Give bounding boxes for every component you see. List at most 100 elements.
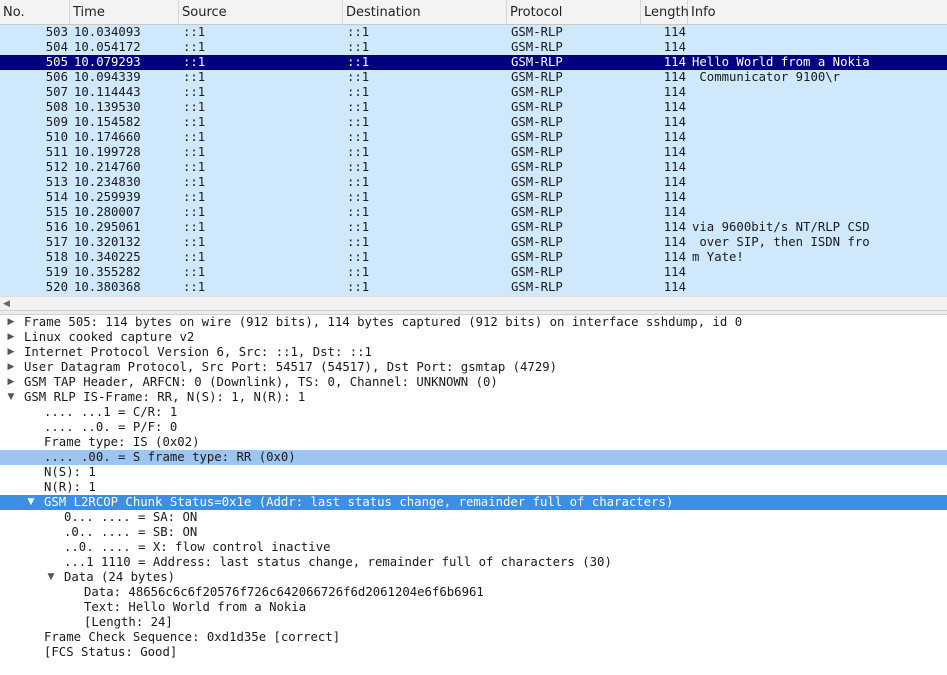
column-header-protocol[interactable]: Protocol: [507, 0, 641, 24]
column-header-time[interactable]: Time: [70, 0, 179, 24]
packet-row[interactable]: 513 10.234830::1::1 GSM-RLP 114: [0, 175, 947, 190]
expand-arrow-down-icon[interactable]: ▼: [46, 570, 56, 585]
packet-info: via 9600bit/s NT/RLP CSD: [692, 220, 870, 234]
tree-item[interactable]: ▼ GSM RLP IS-Frame: RR, N(S): 1, N(R): 1: [0, 390, 947, 405]
packet-row[interactable]: 517 10.320132::1::1 GSM-RLP 114 over SIP, t…: [0, 235, 947, 250]
column-header-source[interactable]: Source: [179, 0, 343, 24]
column-header-no[interactable]: No.: [0, 0, 70, 24]
packet-source: ::1: [183, 115, 206, 129]
packet-no: 511: [45, 145, 68, 159]
column-header-length[interactable]: Length: [641, 0, 689, 24]
tree-item[interactable]: ...1 1110 = Address: last status change,…: [0, 555, 947, 570]
packet-row[interactable]: 519 10.355282::1::1 GSM-RLP 114: [0, 265, 947, 280]
packet-row[interactable]: 511 10.199728::1::1 GSM-RLP 114: [0, 145, 947, 160]
packet-source: ::1: [183, 100, 206, 114]
scroll-left-icon[interactable]: ◀: [3, 299, 10, 309]
packet-destination: ::1: [347, 160, 370, 174]
packet-row[interactable]: 516 10.295061::1::1 GSM-RLP 114 via 9600bit/…: [0, 220, 947, 235]
packet-row[interactable]: 509 10.154582::1::1 GSM-RLP 114: [0, 115, 947, 130]
packet-destination: ::1: [347, 145, 370, 159]
expand-arrow-right-icon[interactable]: ▶: [6, 360, 16, 375]
packet-row[interactable]: 503 10.034093::1::1 GSM-RLP 114: [0, 25, 947, 40]
packet-row[interactable]: 506 10.094339::1::1 GSM-RLP 114 Communicato…: [0, 70, 947, 85]
packet-protocol: GSM-RLP: [511, 40, 563, 54]
tree-item[interactable]: N(R): 1: [0, 480, 947, 495]
tree-item[interactable]: .0.. .... = SB: ON: [0, 525, 947, 540]
packet-row[interactable]: 504 10.054172::1::1 GSM-RLP 114: [0, 40, 947, 55]
packet-time: 10.259939: [74, 190, 141, 204]
packet-protocol: GSM-RLP: [511, 160, 563, 174]
packet-protocol: GSM-RLP: [511, 190, 563, 204]
packet-info: Communicator 9100\r: [692, 70, 841, 84]
packet-no: 516: [45, 220, 68, 234]
tree-item[interactable]: .... ...1 = C/R: 1: [0, 405, 947, 420]
packet-details-tree[interactable]: ▶ Frame 505: 114 bytes on wire (912 bits)…: [0, 315, 947, 675]
packet-length: 114: [663, 205, 686, 219]
packet-length: 114: [663, 145, 686, 159]
horizontal-scrollbar[interactable]: ◀: [0, 296, 947, 311]
expand-arrow-right-icon[interactable]: ▶: [6, 375, 16, 390]
tree-item[interactable]: [Length: 24]: [0, 615, 947, 630]
packet-row[interactable]: 514 10.259939::1::1 GSM-RLP 114: [0, 190, 947, 205]
packet-time: 10.340225: [74, 250, 141, 264]
tree-item[interactable]: 0... .... = SA: ON: [0, 510, 947, 525]
packet-source: ::1: [183, 265, 206, 279]
tree-item-label: GSM L2RCOP Chunk Status=0x1e (Addr: last…: [44, 495, 674, 509]
tree-item-label: [FCS Status: Good]: [44, 645, 178, 659]
tree-item[interactable]: Data: 48656c6c6f20576f726c642066726f6d20…: [0, 585, 947, 600]
packet-source: ::1: [183, 235, 206, 249]
packet-length: 114: [663, 160, 686, 174]
packet-destination: ::1: [347, 175, 370, 189]
packet-no: 520: [45, 280, 68, 294]
packet-time: 10.054172: [74, 40, 141, 54]
packet-info: over SIP, then ISDN fro: [692, 235, 870, 249]
packet-row[interactable]: 512 10.214760::1::1 GSM-RLP 114: [0, 160, 947, 175]
packet-row[interactable]: 505 10.079293::1::1 GSM-RLP 114 Hello World …: [0, 55, 947, 70]
column-header-info[interactable]: Info: [688, 0, 947, 24]
tree-item[interactable]: N(S): 1: [0, 465, 947, 480]
tree-item[interactable]: Frame type: IS (0x02): [0, 435, 947, 450]
tree-item-label: GSM RLP IS-Frame: RR, N(S): 1, N(R): 1: [24, 390, 306, 404]
packet-protocol: GSM-RLP: [511, 115, 563, 129]
packet-row[interactable]: 507 10.114443::1::1 GSM-RLP 114: [0, 85, 947, 100]
column-header-destination[interactable]: Destination: [343, 0, 507, 24]
tree-item[interactable]: ▶ Frame 505: 114 bytes on wire (912 bits)…: [0, 315, 947, 330]
tree-item[interactable]: Frame Check Sequence: 0xd1d35e [correct]: [0, 630, 947, 645]
packet-length: 114: [663, 100, 686, 114]
tree-item[interactable]: ▶ Linux cooked capture v2: [0, 330, 947, 345]
packet-no: 503: [45, 25, 68, 39]
tree-item[interactable]: .... .00. = S frame type: RR (0x0): [0, 450, 947, 465]
packet-row[interactable]: 515 10.280007::1::1 GSM-RLP 114: [0, 205, 947, 220]
packet-no: 513: [45, 175, 68, 189]
tree-item-label: Data (24 bytes): [64, 570, 176, 584]
packet-row[interactable]: 510 10.174660::1::1 GSM-RLP 114: [0, 130, 947, 145]
tree-item[interactable]: .... ..0. = P/F: 0: [0, 420, 947, 435]
expand-arrow-right-icon[interactable]: ▶: [6, 345, 16, 360]
packet-destination: ::1: [347, 70, 370, 84]
packet-source: ::1: [183, 25, 206, 39]
tree-item[interactable]: ▶ GSM TAP Header, ARFCN: 0 (Downlink), TS…: [0, 375, 947, 390]
packet-source: ::1: [183, 85, 206, 99]
expand-arrow-down-icon[interactable]: ▼: [26, 495, 36, 510]
packet-length: 114: [663, 40, 686, 54]
packet-time: 10.154582: [74, 115, 141, 129]
tree-item[interactable]: ▼ GSM L2RCOP Chunk Status=0x1e (Addr: las…: [0, 495, 947, 510]
packet-list[interactable]: No. Time Source Destination Protocol Len…: [0, 0, 947, 311]
tree-item[interactable]: Text: Hello World from a Nokia: [0, 600, 947, 615]
packet-row[interactable]: 520 10.380368::1::1 GSM-RLP 114: [0, 280, 947, 295]
tree-item[interactable]: ▶ User Datagram Protocol, Src Port: 54517…: [0, 360, 947, 375]
packet-row[interactable]: 518 10.340225::1::1 GSM-RLP 114 m Yate!: [0, 250, 947, 265]
tree-item[interactable]: ▼ Data (24 bytes): [0, 570, 947, 585]
tree-item-label: N(S): 1: [44, 465, 96, 479]
packet-protocol: GSM-RLP: [511, 235, 563, 249]
packet-row[interactable]: 508 10.139530::1::1 GSM-RLP 114: [0, 100, 947, 115]
expand-arrow-right-icon[interactable]: ▶: [6, 330, 16, 345]
expand-arrow-right-icon[interactable]: ▶: [6, 315, 16, 330]
tree-item[interactable]: ▶ Internet Protocol Version 6, Src: ::1, …: [0, 345, 947, 360]
packet-time: 10.280007: [74, 205, 141, 219]
tree-item[interactable]: ..0. .... = X: flow control inactive: [0, 540, 947, 555]
tree-item[interactable]: [FCS Status: Good]: [0, 645, 947, 660]
packet-time: 10.199728: [74, 145, 141, 159]
packet-no: 517: [45, 235, 68, 249]
expand-arrow-down-icon[interactable]: ▼: [6, 390, 16, 405]
